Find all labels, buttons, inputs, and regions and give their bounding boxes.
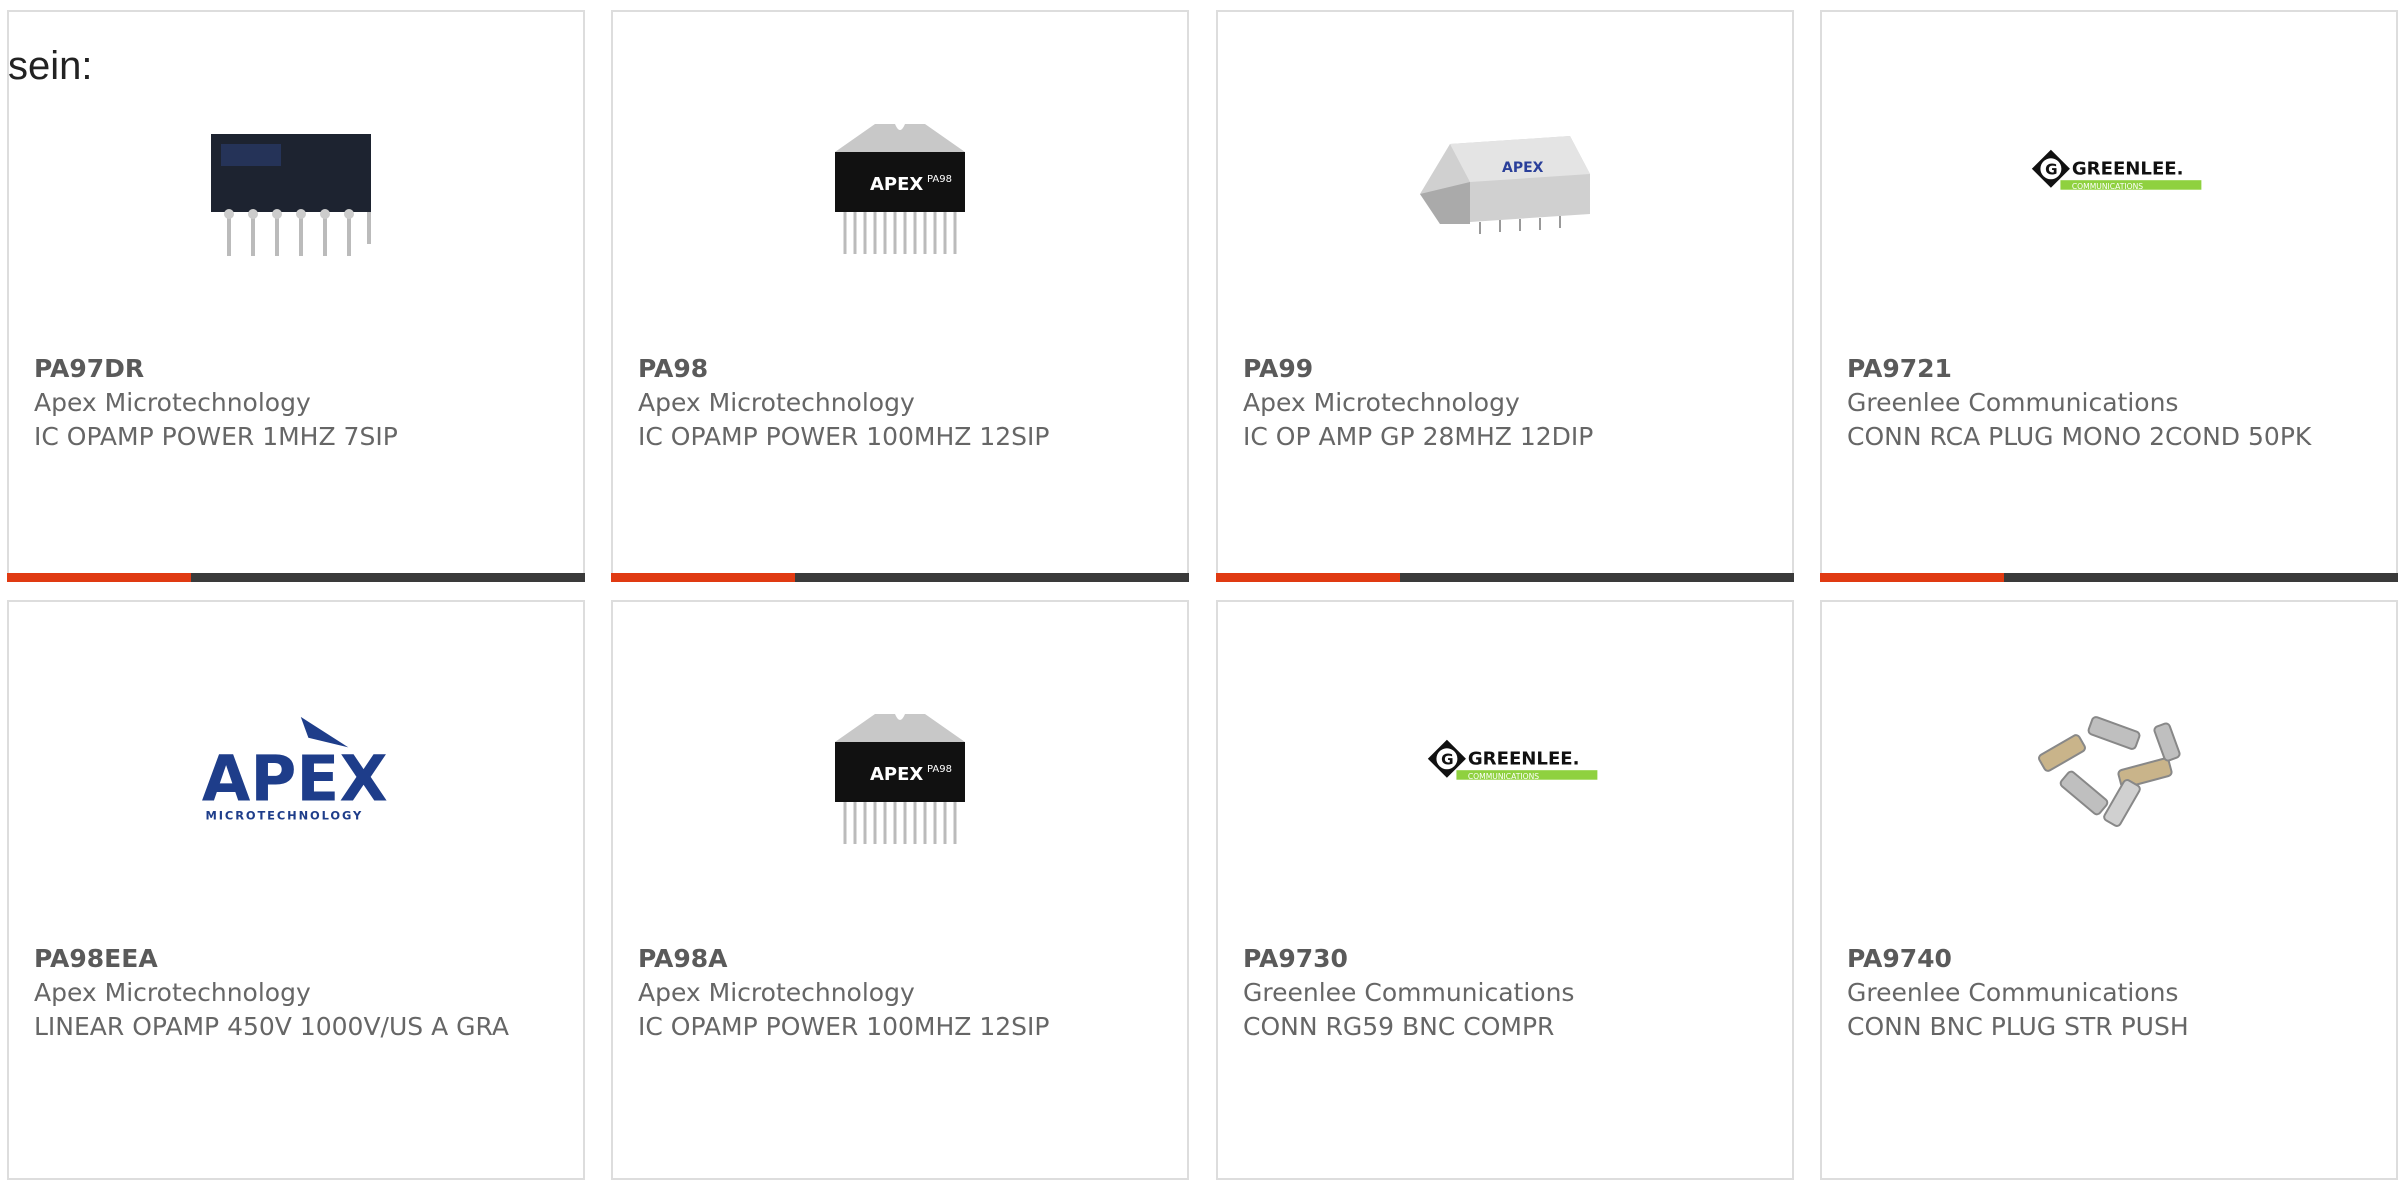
card-accent-bar xyxy=(611,573,1189,582)
part-number[interactable]: PA9740 xyxy=(1847,942,2327,976)
greenlee-logo: G GREENLEE. COMMUNICATIONS xyxy=(2031,149,2202,191)
dip-module-image: APEX xyxy=(1420,136,1590,234)
part-number[interactable]: PA97DR xyxy=(34,352,514,386)
bnc-connectors-image xyxy=(2038,716,2181,827)
sip-12-chip-image: APEX PA98 xyxy=(835,124,965,254)
product-card[interactable]: APEX PA98 PA98 Apex Microtechnology IC O… xyxy=(611,10,1189,582)
product-image[interactable]: APEX PA98 xyxy=(800,84,1000,284)
description: IC OPAMP POWER 100MHZ 12SIP xyxy=(638,422,1050,451)
part-number[interactable]: PA99 xyxy=(1243,352,1723,386)
manufacturer: Apex Microtechnology xyxy=(638,388,915,417)
product-image[interactable]: G GREENLEE. COMMUNICATIONS xyxy=(1405,674,1605,874)
product-info: PA9721 Greenlee Communications CONN RCA … xyxy=(1847,352,2327,454)
product-card[interactable]: PA97DR Apex Microtechnology IC OPAMP POW… xyxy=(7,10,585,582)
product-info: PA98EEA Apex Microtechnology LINEAR OPAM… xyxy=(34,942,514,1044)
product-image[interactable] xyxy=(2009,674,2209,874)
product-card[interactable]: APEX MICROTECHNOLOGY PA98EEA Apex Microt… xyxy=(7,600,585,1180)
card-accent-bar xyxy=(1820,573,2398,582)
svg-text:G: G xyxy=(1441,750,1454,768)
description: IC OPAMP POWER 100MHZ 12SIP xyxy=(638,1012,1050,1041)
apex-logo: APEX MICROTECHNOLOGY xyxy=(202,716,388,823)
part-number[interactable]: PA9730 xyxy=(1243,942,1723,976)
manufacturer: Greenlee Communications xyxy=(1243,978,1575,1007)
description: LINEAR OPAMP 450V 1000V/US A GRA xyxy=(34,1012,509,1041)
manufacturer: Apex Microtechnology xyxy=(34,388,311,417)
manufacturer: Greenlee Communications xyxy=(1847,388,2179,417)
sip-12-chip-image: APEX PA98 xyxy=(835,714,965,844)
manufacturer: Greenlee Communications xyxy=(1847,978,2179,1007)
part-number[interactable]: PA98EEA xyxy=(34,942,514,976)
svg-text:APEX: APEX xyxy=(870,764,923,785)
description: CONN RCA PLUG MONO 2COND 50PK xyxy=(1847,422,2312,451)
description: IC OPAMP POWER 1MHZ 7SIP xyxy=(34,422,398,451)
svg-text:PA98: PA98 xyxy=(927,764,952,775)
lead-text: sein: xyxy=(8,44,93,88)
svg-text:GREENLEE.: GREENLEE. xyxy=(1468,748,1580,769)
product-card[interactable]: APEX PA98 PA98A Apex Microtechnology IC … xyxy=(611,600,1189,1180)
part-number[interactable]: PA98A xyxy=(638,942,1118,976)
product-card[interactable]: G GREENLEE. COMMUNICATIONS PA9730 Greenl… xyxy=(1216,600,1794,1180)
svg-text:PA98: PA98 xyxy=(927,174,952,185)
card-accent-bar xyxy=(7,573,585,582)
manufacturer: Apex Microtechnology xyxy=(638,978,915,1007)
product-image[interactable]: G GREENLEE. COMMUNICATIONS xyxy=(2009,84,2209,284)
manufacturer: Apex Microtechnology xyxy=(34,978,311,1007)
svg-text:APEX: APEX xyxy=(202,743,388,816)
product-info: PA99 Apex Microtechnology IC OP AMP GP 2… xyxy=(1243,352,1723,454)
product-card[interactable]: APEX PA99 Apex Microtechnology IC OP AMP… xyxy=(1216,10,1794,582)
svg-text:APEX: APEX xyxy=(1502,160,1544,176)
product-card[interactable]: PA9740 Greenlee Communications CONN BNC … xyxy=(1820,600,2398,1180)
description: CONN RG59 BNC COMPR xyxy=(1243,1012,1555,1041)
product-info: PA9730 Greenlee Communications CONN RG59… xyxy=(1243,942,1723,1044)
svg-text:GREENLEE.: GREENLEE. xyxy=(2072,158,2184,179)
manufacturer: Apex Microtechnology xyxy=(1243,388,1520,417)
product-info: PA97DR Apex Microtechnology IC OPAMP POW… xyxy=(34,352,514,454)
product-image[interactable] xyxy=(196,84,396,284)
sip-7-chip-image xyxy=(211,134,371,256)
product-info: PA98A Apex Microtechnology IC OPAMP POWE… xyxy=(638,942,1118,1044)
part-number[interactable]: PA98 xyxy=(638,352,1118,386)
part-number[interactable]: PA9721 xyxy=(1847,352,2327,386)
svg-text:MICROTECHNOLOGY: MICROTECHNOLOGY xyxy=(206,809,364,823)
product-card[interactable]: G GREENLEE. COMMUNICATIONS PA9721 Greenl… xyxy=(1820,10,2398,582)
svg-text:COMMUNICATIONS: COMMUNICATIONS xyxy=(2072,182,2143,191)
description: IC OP AMP GP 28MHZ 12DIP xyxy=(1243,422,1594,451)
product-image[interactable]: APEX PA98 xyxy=(800,674,1000,874)
svg-text:G: G xyxy=(2045,160,2058,178)
greenlee-logo: G GREENLEE. COMMUNICATIONS xyxy=(1427,739,1598,781)
svg-text:APEX: APEX xyxy=(870,174,923,195)
product-image[interactable]: APEX xyxy=(1405,84,1605,284)
card-accent-bar xyxy=(1216,573,1794,582)
product-grid: PA97DR Apex Microtechnology IC OPAMP POW… xyxy=(7,10,2400,1180)
product-info: PA9740 Greenlee Communications CONN BNC … xyxy=(1847,942,2327,1044)
product-image[interactable]: APEX MICROTECHNOLOGY xyxy=(196,674,396,874)
description: CONN BNC PLUG STR PUSH xyxy=(1847,1012,2189,1041)
svg-text:COMMUNICATIONS: COMMUNICATIONS xyxy=(1468,772,1539,781)
product-info: PA98 Apex Microtechnology IC OPAMP POWER… xyxy=(638,352,1118,454)
